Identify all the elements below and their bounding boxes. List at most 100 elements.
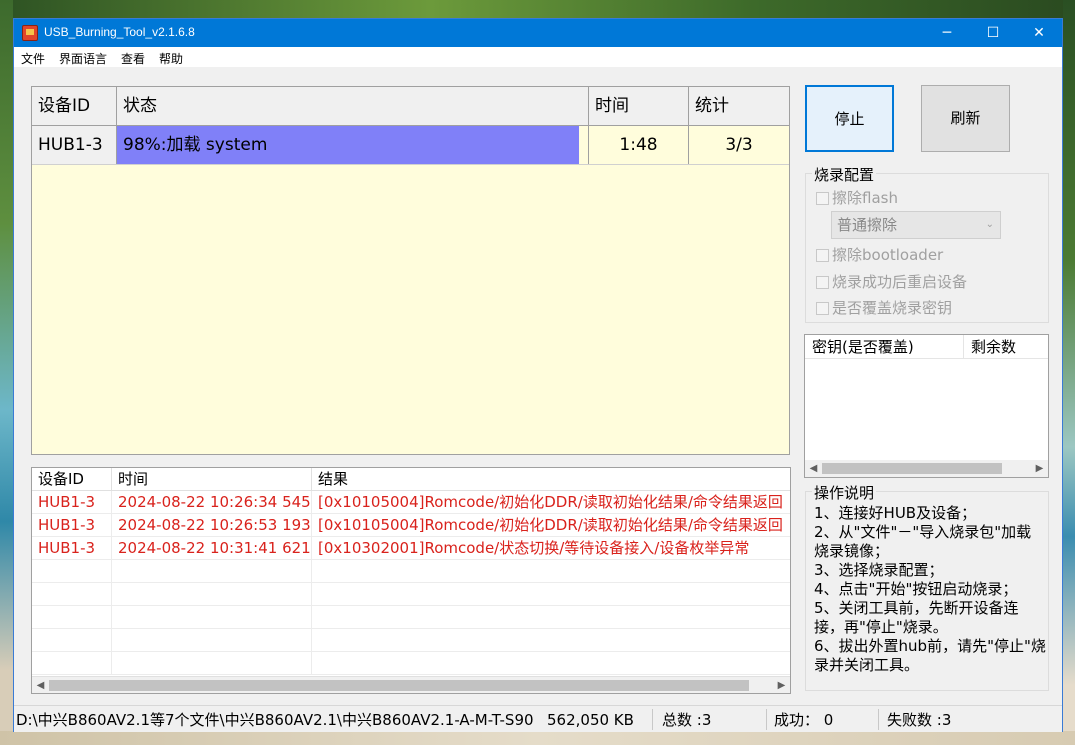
menu-language[interactable]: 界面语言 <box>59 50 107 67</box>
status-success: 成功： 0 <box>774 711 834 729</box>
key-list[interactable]: 密钥(是否覆盖) 剩余数 ◀ ▶ <box>804 334 1049 478</box>
device-id-cell: HUB1-3 <box>32 126 117 164</box>
empty-log-row <box>32 652 790 675</box>
log-time: 2024-08-22 10:26:53 193 <box>112 514 312 537</box>
empty-cell <box>112 606 312 629</box>
overwrite-key-label: 是否覆盖烧录密钥 <box>832 299 953 317</box>
help-legend: 操作说明 <box>812 482 877 503</box>
stop-button[interactable]: 停止 <box>805 85 894 152</box>
erase-bootloader-label: 擦除bootloader <box>832 246 944 264</box>
empty-cell <box>112 560 312 583</box>
empty-log-row <box>32 583 790 606</box>
status-separator <box>652 709 653 730</box>
help-line: 5、关闭工具前，先断开设备连接，再"停止"烧录。 <box>814 599 1019 636</box>
log-row[interactable]: HUB1-3 2024-08-22 10:26:53 193 [0x101050… <box>32 514 790 537</box>
burn-config-group: 烧录配置 擦除flash 普通擦除 ⌄ 擦除bootloader 烧录成功后重启… <box>805 164 1049 323</box>
log-row[interactable]: HUB1-3 2024-08-22 10:31:41 621 [0x103020… <box>32 537 790 560</box>
scroll-left-icon[interactable]: ◀ <box>805 460 822 477</box>
empty-cell <box>112 652 312 675</box>
empty-log-row <box>32 560 790 583</box>
scrollbar-thumb[interactable] <box>822 463 1002 474</box>
menu-help[interactable]: 帮助 <box>159 50 183 67</box>
column-stats[interactable]: 统计 <box>689 87 789 126</box>
menu-bar: 文件 界面语言 查看 帮助 <box>14 47 1062 67</box>
empty-cell <box>32 606 112 629</box>
help-text: 1、连接好HUB及设备； 2、从"文件"－"导入烧录包"加载烧录镜像； 3、选择… <box>814 504 1046 675</box>
refresh-button[interactable]: 刷新 <box>921 85 1010 152</box>
desktop-background-left <box>0 0 13 745</box>
window-title: USB_Burning_Tool_v2.1.6.8 <box>44 25 195 39</box>
log-column-device-id[interactable]: 设备ID <box>32 468 112 491</box>
device-row[interactable]: HUB1-3 98%:加载 system 1:48 3/3 <box>32 126 789 165</box>
key-list-horizontal-scrollbar[interactable]: ◀ ▶ <box>805 460 1048 477</box>
status-separator <box>766 709 767 730</box>
log-result: [0x10105004]Romcode/初始化DDR/读取初始化结果/命令结果返… <box>318 516 783 534</box>
maximize-button[interactable]: ☐ <box>970 19 1016 47</box>
status-fail: 失败数 :3 <box>887 711 952 729</box>
checkbox-icon <box>816 276 829 289</box>
column-status[interactable]: 状态 <box>117 87 589 126</box>
log-device-id: HUB1-3 <box>32 491 112 514</box>
log-device-id: HUB1-3 <box>32 537 112 560</box>
empty-log-row <box>32 629 790 652</box>
checkbox-icon <box>816 192 829 205</box>
status-file-size: 562,050 KB <box>547 711 634 729</box>
reboot-after-checkbox[interactable]: 烧录成功后重启设备 <box>816 271 967 292</box>
close-button[interactable]: ✕ <box>1016 19 1062 47</box>
help-line: 4、点击"开始"按钮启动烧录； <box>814 580 1018 598</box>
log-horizontal-scrollbar[interactable]: ◀ ▶ <box>32 676 790 693</box>
log-device-id: HUB1-3 <box>32 514 112 537</box>
minimize-button[interactable]: ─ <box>924 19 970 47</box>
menu-view[interactable]: 查看 <box>121 50 145 67</box>
erase-bootloader-checkbox[interactable]: 擦除bootloader <box>816 244 943 265</box>
log-result: [0x10105004]Romcode/初始化DDR/读取初始化结果/命令结果返… <box>318 493 783 511</box>
help-line: 6、拔出外置hub前，请先"停止"烧录并关闭工具。 <box>814 637 1046 674</box>
empty-cell <box>112 583 312 606</box>
scroll-right-icon[interactable]: ▶ <box>1031 460 1048 477</box>
help-line: 3、选择烧录配置； <box>814 561 944 579</box>
chevron-down-icon: ⌄ <box>985 219 994 230</box>
key-list-header: 密钥(是否覆盖) 剩余数 <box>805 335 1048 359</box>
empty-cell <box>112 629 312 652</box>
help-line: 1、连接好HUB及设备； <box>814 504 977 522</box>
status-total: 总数 :3 <box>662 711 712 729</box>
log-header: 设备ID 时间 结果 <box>32 468 790 491</box>
scroll-right-icon[interactable]: ▶ <box>773 677 790 694</box>
desktop-background-right <box>1063 0 1075 745</box>
menu-file[interactable]: 文件 <box>21 50 45 67</box>
title-bar[interactable]: USB_Burning_Tool_v2.1.6.8 ─ ☐ ✕ <box>14 19 1062 47</box>
log-table[interactable]: 设备ID 时间 结果 HUB1-3 2024-08-22 10:26:34 54… <box>31 467 791 694</box>
empty-log-row <box>32 606 790 629</box>
erase-mode-value: 普通擦除 <box>837 216 898 234</box>
help-group: 操作说明 1、连接好HUB及设备； 2、从"文件"－"导入烧录包"加载烧录镜像；… <box>805 482 1049 691</box>
log-time: 2024-08-22 10:31:41 621 <box>112 537 312 560</box>
device-grid-header: 设备ID 状态 时间 统计 <box>32 87 789 126</box>
empty-cell <box>32 560 112 583</box>
app-window: USB_Burning_Tool_v2.1.6.8 ─ ☐ ✕ 文件 界面语言 … <box>13 18 1063 732</box>
status-separator <box>878 709 879 730</box>
erase-mode-select[interactable]: 普通擦除 ⌄ <box>831 211 1001 239</box>
checkbox-icon <box>816 249 829 262</box>
status-text: 98%:加载 system <box>123 135 268 155</box>
log-column-result[interactable]: 结果 <box>312 468 790 491</box>
burn-config-legend: 烧录配置 <box>812 164 877 185</box>
erase-flash-checkbox[interactable]: 擦除flash <box>816 187 898 208</box>
empty-cell <box>32 652 112 675</box>
reboot-after-label: 烧录成功后重启设备 <box>832 273 968 291</box>
log-column-time[interactable]: 时间 <box>112 468 312 491</box>
time-cell: 1:48 <box>589 126 689 164</box>
column-time[interactable]: 时间 <box>589 87 689 126</box>
scrollbar-thumb[interactable] <box>49 680 749 691</box>
status-file-path: D:\中兴B860AV2.1等7个文件\中兴B860AV2.1\中兴B860AV… <box>16 711 534 729</box>
log-time: 2024-08-22 10:26:34 545 <box>112 491 312 514</box>
app-icon <box>22 25 38 41</box>
remaining-column[interactable]: 剩余数 <box>964 335 1048 359</box>
column-device-id[interactable]: 设备ID <box>32 87 117 126</box>
desktop-background-bottom <box>0 731 1075 745</box>
log-row[interactable]: HUB1-3 2024-08-22 10:26:34 545 [0x101050… <box>32 491 790 514</box>
device-grid[interactable]: 设备ID 状态 时间 统计 HUB1-3 98%:加载 system 1:48 … <box>31 86 790 455</box>
scroll-left-icon[interactable]: ◀ <box>32 677 49 694</box>
key-column[interactable]: 密钥(是否覆盖) <box>805 335 964 359</box>
checkbox-icon <box>816 302 829 315</box>
overwrite-key-checkbox[interactable]: 是否覆盖烧录密钥 <box>816 297 952 318</box>
